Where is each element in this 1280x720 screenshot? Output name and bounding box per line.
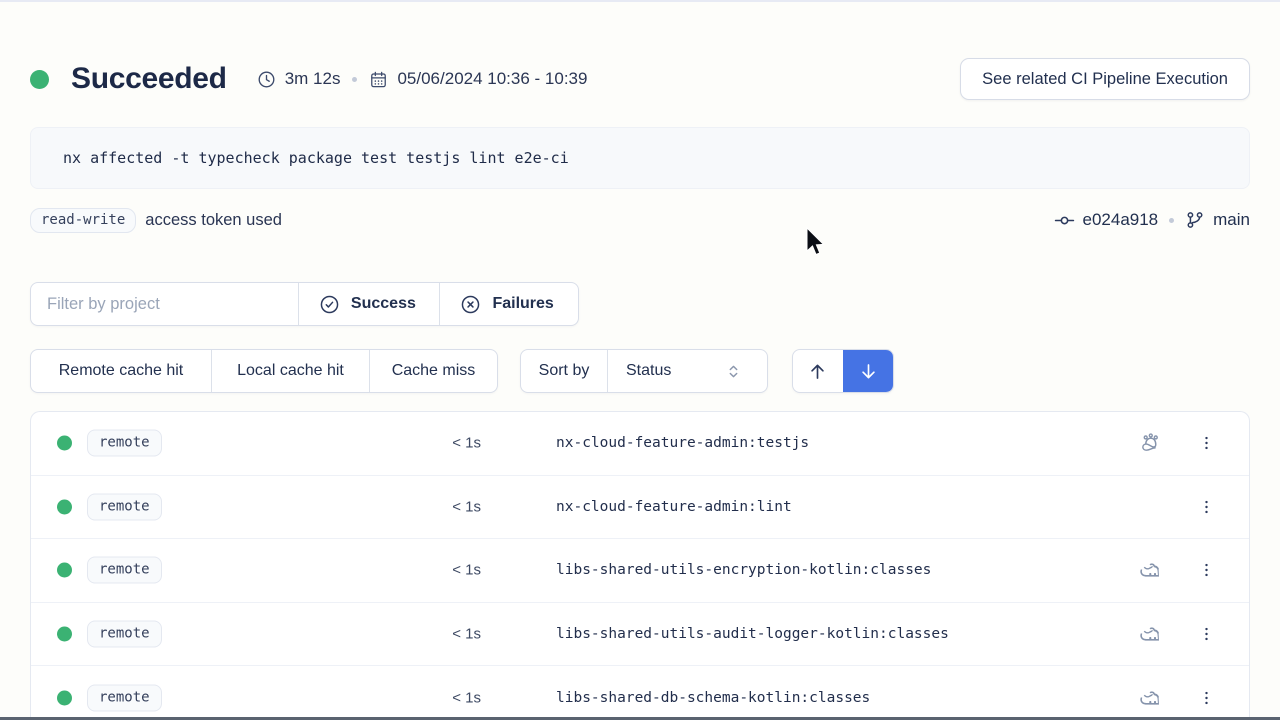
task-status-dot <box>57 563 72 578</box>
row-menu-button[interactable] <box>1197 435 1215 452</box>
gradle-elephant-icon <box>1138 558 1162 582</box>
task-name: nx-cloud-feature-admin:testjs <box>556 435 809 451</box>
commit-sha[interactable]: e024a918 <box>1083 210 1159 230</box>
task-status-dot <box>57 690 72 705</box>
sort-row: Remote cache hit Local cache hit Cache m… <box>30 349 1250 393</box>
filter-failures-label: Failures <box>492 295 553 313</box>
remote-cache-hit-label: Remote cache hit <box>59 362 184 380</box>
x-circle-icon <box>460 294 481 315</box>
top-divider <box>0 0 1280 2</box>
local-cache-hit-label: Local cache hit <box>237 362 344 380</box>
task-name: libs-shared-utils-encryption-kotlin:clas… <box>556 562 931 578</box>
kebab-menu-icon <box>1198 435 1215 452</box>
sort-direction-group <box>792 349 894 393</box>
sort-descending-button[interactable] <box>843 350 893 392</box>
tool-icon-slot <box>1136 622 1164 646</box>
local-cache-hit-button[interactable]: Local cache hit <box>211 350 369 392</box>
separator-dot <box>1169 218 1174 223</box>
arrow-down-icon <box>858 361 879 382</box>
sort-field-value: Status <box>626 362 671 380</box>
row-menu-button[interactable] <box>1197 689 1215 706</box>
kebab-menu-icon <box>1198 625 1215 642</box>
kebab-menu-icon <box>1198 562 1215 579</box>
run-details-page: Succeeded 3m 12s 05/06/2024 10:36 - 10:3… <box>0 0 1280 720</box>
arrow-up-icon <box>807 361 828 382</box>
cache-source-badge: remote <box>87 493 162 520</box>
task-row[interactable]: remote < 1s libs-shared-utils-encryption… <box>31 539 1249 603</box>
run-header: Succeeded 3m 12s 05/06/2024 10:36 - 10:3… <box>30 57 1250 101</box>
cache-source-badge: remote <box>87 620 162 647</box>
row-menu-button[interactable] <box>1197 498 1215 515</box>
cache-source-badge: remote <box>87 557 162 584</box>
sort-by-label-segment: Sort by <box>521 350 607 392</box>
cache-filter-group: Remote cache hit Local cache hit Cache m… <box>30 349 498 393</box>
tool-icon-slot <box>1136 432 1164 455</box>
calendar-icon <box>369 70 388 89</box>
cache-source-badge: remote <box>87 430 162 457</box>
see-related-pipeline-button[interactable]: See related CI Pipeline Execution <box>960 58 1250 100</box>
task-row[interactable]: remote < 1s libs-shared-utils-audit-logg… <box>31 603 1249 667</box>
tool-icon-slot <box>1136 558 1164 582</box>
task-name: libs-shared-db-schema-kotlin:classes <box>556 690 870 706</box>
page-title: Succeeded <box>71 62 227 96</box>
sort-group: Sort by Status <box>520 349 768 393</box>
task-list: remote < 1s nx-cloud-feature-admin:testj… <box>31 412 1249 720</box>
chevron-updown-icon <box>725 363 742 380</box>
task-duration: < 1s <box>381 435 481 452</box>
status-success-dot <box>30 70 49 89</box>
task-status-dot <box>57 626 72 641</box>
cache-miss-button[interactable]: Cache miss <box>369 350 497 392</box>
cache-source-badge: remote <box>87 684 162 711</box>
sort-field-select[interactable]: Status <box>607 350 767 392</box>
git-branch-icon <box>1185 210 1205 230</box>
vcs-info: e024a918 main <box>1054 210 1251 231</box>
access-token-badge: read-write <box>30 208 136 233</box>
task-duration: < 1s <box>381 562 481 579</box>
task-duration: < 1s <box>381 498 481 515</box>
commit-icon <box>1054 210 1075 231</box>
run-meta: 3m 12s 05/06/2024 10:36 - 10:39 <box>257 69 588 89</box>
command-block: nx affected -t typecheck package test te… <box>30 127 1250 189</box>
filter-failures-button[interactable]: Failures <box>439 283 578 325</box>
access-token-label: access token used <box>145 211 282 230</box>
project-filter-group: Success Failures <box>30 282 579 326</box>
task-status-dot <box>57 436 72 451</box>
kebab-menu-icon <box>1198 689 1215 706</box>
gradle-elephant-icon <box>1138 686 1162 710</box>
kebab-menu-icon <box>1198 498 1215 515</box>
task-row[interactable]: remote < 1s nx-cloud-feature-admin:testj… <box>31 412 1249 476</box>
filter-success-button[interactable]: Success <box>298 283 440 325</box>
check-circle-icon <box>319 294 340 315</box>
sort-ascending-button[interactable] <box>793 350 843 392</box>
remote-cache-hit-button[interactable]: Remote cache hit <box>31 350 211 392</box>
branch-name[interactable]: main <box>1213 210 1250 230</box>
task-row[interactable]: remote < 1s nx-cloud-feature-admin:lint <box>31 476 1249 540</box>
task-name: libs-shared-utils-audit-logger-kotlin:cl… <box>556 626 949 642</box>
cache-miss-label: Cache miss <box>392 362 476 380</box>
gradle-elephant-icon <box>1138 622 1162 646</box>
run-command: nx affected -t typecheck package test te… <box>63 149 569 167</box>
run-timerange: 05/06/2024 10:36 - 10:39 <box>397 69 587 89</box>
run-duration: 3m 12s <box>285 69 341 89</box>
clock-icon <box>257 70 276 89</box>
task-duration: < 1s <box>381 689 481 706</box>
token-row: read-write access token used e024a918 ma… <box>30 206 1250 234</box>
jest-icon <box>1139 432 1162 455</box>
filter-success-label: Success <box>351 295 416 313</box>
separator-dot <box>352 77 357 82</box>
project-filter-input[interactable] <box>31 283 298 325</box>
sort-by-label: Sort by <box>539 362 590 380</box>
task-row[interactable]: remote < 1s libs-shared-db-schema-kotlin… <box>31 666 1249 720</box>
row-menu-button[interactable] <box>1197 625 1215 642</box>
filter-row: Success Failures <box>30 282 1250 326</box>
tool-icon-slot <box>1136 686 1164 710</box>
row-menu-button[interactable] <box>1197 562 1215 579</box>
task-name: nx-cloud-feature-admin:lint <box>556 499 792 515</box>
task-status-dot <box>57 499 72 514</box>
task-list-card: remote < 1s nx-cloud-feature-admin:testj… <box>30 411 1250 720</box>
task-duration: < 1s <box>381 625 481 642</box>
